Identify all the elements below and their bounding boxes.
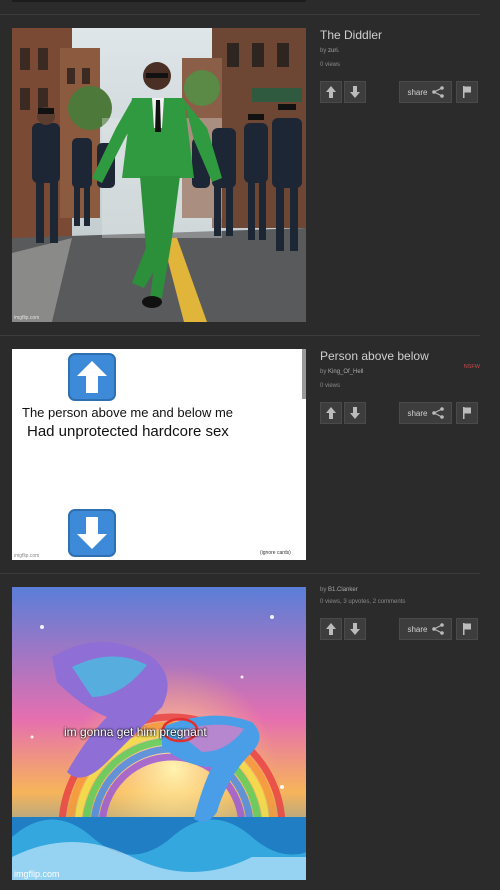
upvote-button[interactable] [320, 81, 342, 103]
share-button[interactable]: share [399, 402, 452, 424]
vote-group [320, 618, 366, 640]
arrow-up-icon [326, 407, 336, 419]
footnote: (ignore cards) [260, 550, 291, 556]
watermark: imgflip.com [14, 553, 40, 559]
downvote-button[interactable] [344, 81, 366, 103]
meme-caption: im gonna get him pregnant [64, 725, 207, 739]
down-arrow-emoji-icon [68, 509, 116, 557]
vote-group [320, 402, 366, 424]
flag-icon [463, 86, 471, 98]
share-icon [431, 407, 444, 419]
post-stats: 0 views [320, 383, 341, 389]
post-card: imgflip.com The Diddler by zuri. 0 views… [12, 28, 480, 322]
flag-icon [463, 623, 471, 635]
post-meta: by B1.Clanker 0 views, 3 upvotes, 2 comm… [320, 587, 480, 640]
meme-line-bottom: Had unprotected hardcore sex [27, 423, 229, 440]
post-image[interactable]: im gonna get him pregnant imgflip.com [12, 587, 306, 880]
post-stats: 0 views [320, 62, 341, 68]
flag-button[interactable] [456, 402, 478, 424]
watermark: imgflip.com [14, 315, 40, 321]
arrow-down-icon [350, 623, 360, 635]
post-controls: share [320, 81, 480, 103]
downvote-button[interactable] [344, 402, 366, 424]
post-separator [0, 573, 480, 574]
arrow-down-icon [350, 407, 360, 419]
share-icon [431, 623, 444, 635]
post-separator [0, 335, 480, 336]
post-stats: 0 views, 3 upvotes, 2 comments [320, 599, 406, 605]
share-button[interactable]: share [399, 81, 452, 103]
arrow-up-icon [326, 86, 336, 98]
post-author-line: by B1.Clanker [320, 587, 358, 593]
post-image[interactable]: imgflip.com [12, 28, 306, 322]
up-arrow-emoji-icon [68, 353, 116, 401]
nsfw-badge: NSFW [463, 364, 480, 370]
post-author-line: by zuri. [320, 48, 340, 54]
post-title[interactable]: Person above below [320, 349, 480, 365]
arrow-down-icon [350, 86, 360, 98]
post-card: im gonna get him pregnant imgflip.com by… [12, 587, 480, 880]
scrollbar [302, 349, 306, 399]
flag-button[interactable] [456, 81, 478, 103]
post-image[interactable]: The person above me and below me Had unp… [12, 349, 306, 560]
post-separator [0, 14, 480, 15]
street-scene-image [12, 28, 306, 322]
watermark: imgflip.com [14, 869, 60, 879]
arrow-up-icon [326, 623, 336, 635]
meme-line-top: The person above me and below me [22, 405, 234, 420]
upvote-button[interactable] [320, 618, 342, 640]
previous-post-edge [12, 0, 306, 2]
share-button[interactable]: share [399, 618, 452, 640]
post-card: The person above me and below me Had unp… [12, 349, 480, 560]
author-link[interactable]: B1.Clanker [328, 587, 358, 593]
upvote-button[interactable] [320, 402, 342, 424]
post-author-line: by King_Of_Hell [320, 369, 364, 375]
author-link[interactable]: King_Of_Hell [328, 369, 363, 375]
share-icon [431, 86, 444, 98]
post-meta: The Diddler by zuri. 0 views share [320, 28, 480, 103]
post-controls: share [320, 402, 480, 424]
post-controls: share [320, 618, 480, 640]
downvote-button[interactable] [344, 618, 366, 640]
post-meta: Person above below NSFW by King_Of_Hell … [320, 349, 480, 424]
author-link[interactable]: zuri. [328, 48, 339, 54]
flag-icon [463, 407, 471, 419]
flag-button[interactable] [456, 618, 478, 640]
vote-group [320, 81, 366, 103]
post-title[interactable]: The Diddler [320, 28, 480, 44]
